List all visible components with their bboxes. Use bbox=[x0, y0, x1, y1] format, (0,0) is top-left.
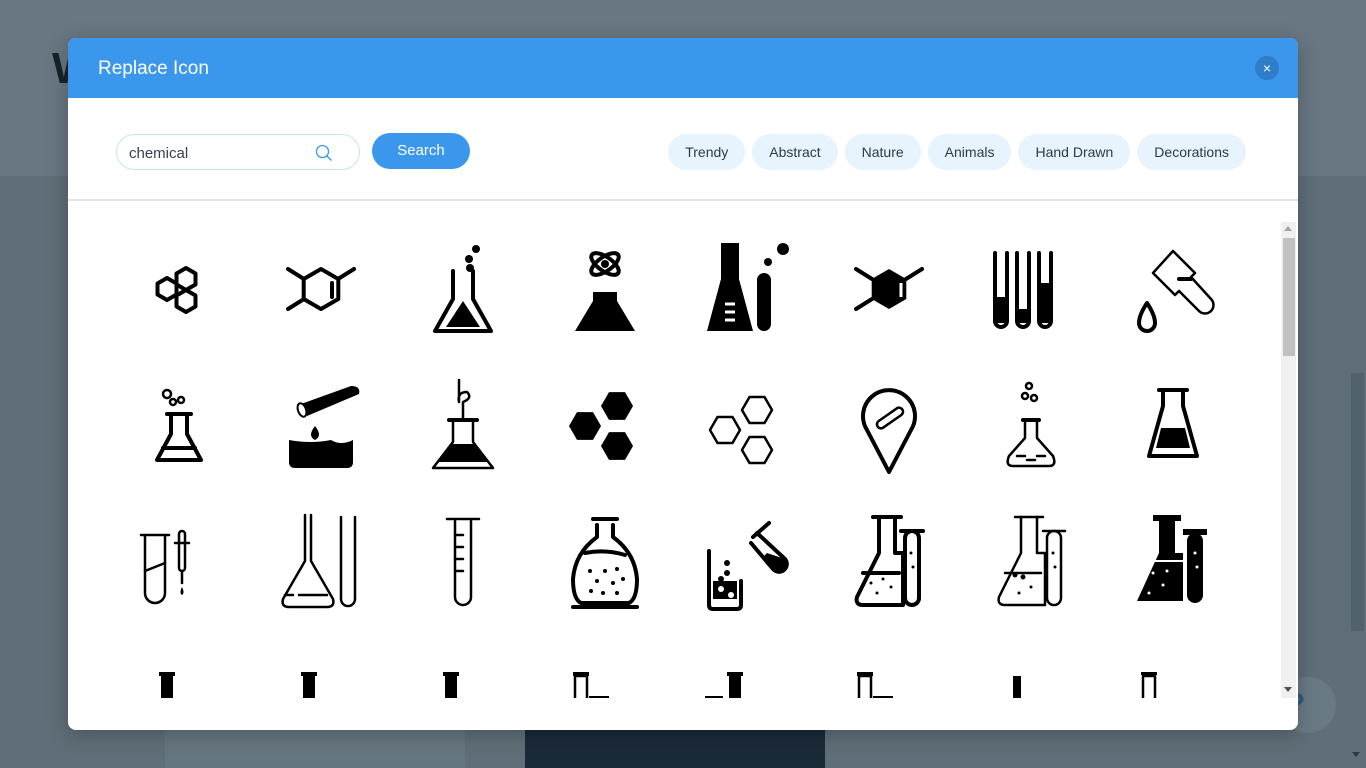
background-caret-icon bbox=[1352, 752, 1360, 757]
scroll-down-arrow-icon[interactable] bbox=[1284, 687, 1292, 692]
beaker-pouring-tube-icon bbox=[707, 520, 789, 611]
icon-result-tile[interactable] bbox=[392, 357, 534, 494]
icon-result-tile[interactable] bbox=[392, 220, 534, 357]
flask-coil-tube-icon bbox=[431, 378, 495, 469]
close-button[interactable]: × bbox=[1255, 56, 1279, 80]
icon-result-tile[interactable] bbox=[1102, 631, 1244, 698]
lab-glass-set-8-icon bbox=[1141, 671, 1175, 698]
replace-icon-dialog: Replace Icon × Search Trendy Abstract Na… bbox=[68, 38, 1298, 730]
flask-tube-dots-thin-icon bbox=[997, 515, 1067, 606]
flask-tube-filled-icon bbox=[1137, 514, 1207, 603]
icon-result-tile[interactable] bbox=[250, 631, 392, 698]
icon-result-tile[interactable] bbox=[108, 631, 250, 698]
location-pin-test-tube-icon bbox=[861, 387, 917, 474]
icon-result-tile[interactable] bbox=[676, 494, 818, 631]
icon-result-tile[interactable] bbox=[250, 494, 392, 631]
flask-test-tube-icon bbox=[707, 242, 789, 331]
results-scrollbar[interactable] bbox=[1281, 222, 1296, 698]
atom-flask-icon bbox=[575, 250, 635, 331]
icon-result-tile[interactable] bbox=[676, 357, 818, 494]
icon-result-tile[interactable] bbox=[250, 357, 392, 494]
toolbar-divider bbox=[68, 98, 1298, 201]
icon-result-tile[interactable] bbox=[108, 220, 250, 357]
dialog-header: Replace Icon × bbox=[68, 38, 1298, 98]
test-tube-drop-icon bbox=[1137, 249, 1215, 333]
test-tubes-rack-icon bbox=[993, 250, 1053, 329]
round-flask-dots-icon bbox=[571, 516, 639, 609]
dialog-title: Replace Icon bbox=[98, 58, 209, 79]
flask-tube-outline-icon bbox=[281, 513, 357, 608]
icon-result-tile[interactable] bbox=[960, 631, 1102, 698]
icon-grid bbox=[108, 220, 1248, 698]
lab-glass-set-1-icon bbox=[137, 671, 175, 698]
hexagon-molecule-filled-icon bbox=[854, 266, 924, 311]
icon-result-tile[interactable] bbox=[108, 357, 250, 494]
icon-result-tile[interactable] bbox=[1102, 494, 1244, 631]
flask-bubbles-outline-icon bbox=[155, 388, 203, 462]
background-scrollbar bbox=[1351, 373, 1364, 631]
scroll-thumb[interactable] bbox=[1283, 238, 1295, 356]
icon-result-tile[interactable] bbox=[676, 631, 818, 698]
scroll-up-arrow-icon[interactable] bbox=[1284, 226, 1292, 231]
icon-result-tile[interactable] bbox=[392, 494, 534, 631]
lab-glass-set-6-icon bbox=[857, 671, 893, 698]
flask-bubbles-thin-icon bbox=[1006, 381, 1056, 467]
graduated-test-tube-icon bbox=[445, 517, 481, 606]
icon-result-tile[interactable] bbox=[1102, 357, 1244, 494]
flask-tube-dots-icon bbox=[854, 514, 925, 607]
close-icon: × bbox=[1262, 60, 1272, 76]
flask-bubbles-icon bbox=[433, 244, 493, 333]
icon-result-tile[interactable] bbox=[818, 357, 960, 494]
icon-result-tile[interactable] bbox=[534, 631, 676, 698]
icon-result-tile[interactable] bbox=[534, 494, 676, 631]
hexagons-outline-icon bbox=[708, 395, 774, 464]
icon-results bbox=[68, 202, 1298, 698]
icon-result-tile[interactable] bbox=[960, 357, 1102, 494]
icon-result-tile[interactable] bbox=[960, 220, 1102, 357]
graphene-molecule-icon bbox=[155, 265, 198, 314]
icon-result-tile[interactable] bbox=[818, 494, 960, 631]
pouring-test-tube-beaker-icon bbox=[289, 385, 360, 468]
icon-result-tile[interactable] bbox=[960, 494, 1102, 631]
hexagons-filled-icon bbox=[569, 391, 633, 460]
cyclohexene-structure-icon bbox=[286, 266, 356, 311]
icon-result-tile[interactable] bbox=[534, 357, 676, 494]
icon-result-tile[interactable] bbox=[250, 220, 392, 357]
icon-result-tile[interactable] bbox=[818, 631, 960, 698]
test-tube-pipette-icon bbox=[139, 529, 191, 604]
icon-result-tile[interactable] bbox=[108, 494, 250, 631]
lab-glass-set-2-icon bbox=[279, 671, 317, 698]
icon-result-tile[interactable] bbox=[1102, 220, 1244, 357]
icon-result-tile[interactable] bbox=[534, 220, 676, 357]
lab-glass-set-4-icon bbox=[573, 671, 609, 698]
icon-result-tile[interactable] bbox=[818, 220, 960, 357]
erlenmeyer-flask-icon bbox=[1147, 387, 1199, 458]
lab-glass-set-3-icon bbox=[421, 671, 459, 698]
icon-result-tile[interactable] bbox=[392, 631, 534, 698]
lab-glass-set-7-icon bbox=[1013, 675, 1021, 698]
icon-result-tile[interactable] bbox=[676, 220, 818, 357]
lab-glass-set-5-icon bbox=[705, 671, 743, 698]
